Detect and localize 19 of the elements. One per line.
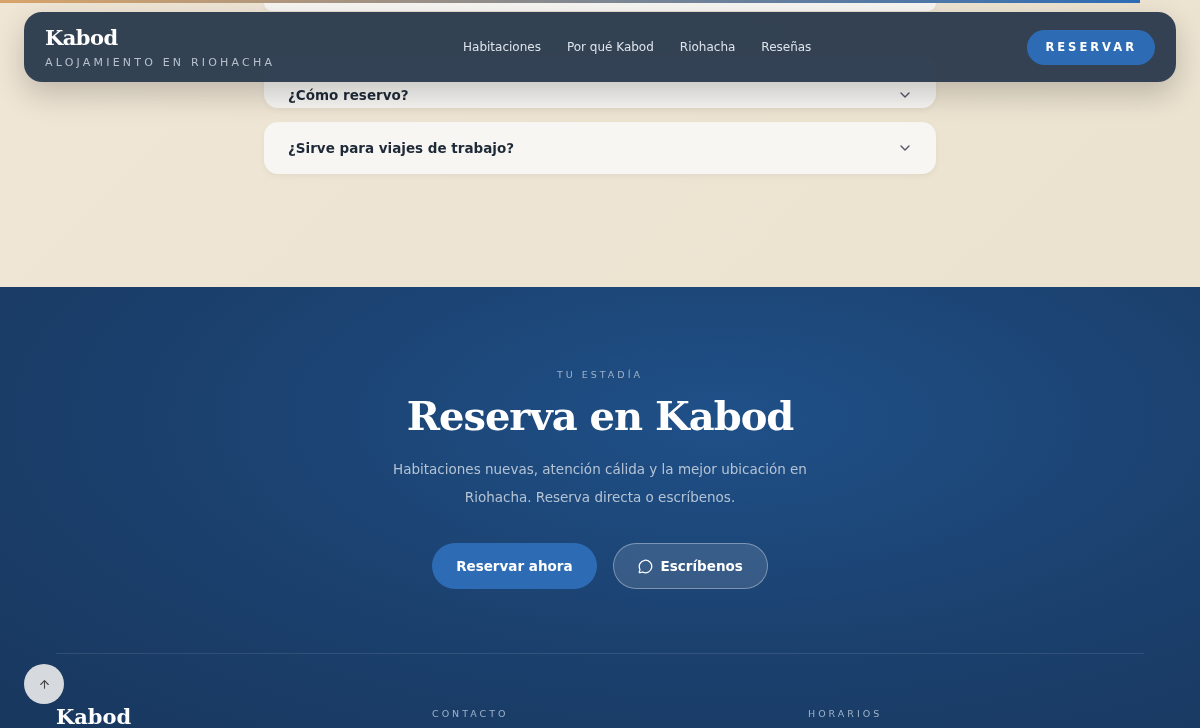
nav-link[interactable]: Riohacha	[679, 40, 736, 54]
message-button[interactable]: Escríbenos	[612, 543, 768, 589]
brand-logo[interactable]: Kabod	[45, 25, 405, 50]
chat-bubble-icon	[637, 558, 653, 574]
arrow-up-icon	[37, 677, 51, 691]
nav-link[interactable]: Reseñas	[761, 40, 812, 54]
reserve-button[interactable]: RESERVAR	[1027, 29, 1155, 65]
faq-item[interactable]: ¿Sirve para viajes de trabajo?	[264, 122, 936, 174]
footer-heading: CONTACTO	[432, 708, 509, 719]
footer-logo: Kabod	[56, 704, 133, 728]
nav-link[interactable]: Por qué Kabod	[566, 40, 654, 54]
section-eyebrow: TU ESTADÍA	[557, 369, 643, 380]
footer-heading: HORARIOS	[808, 708, 883, 719]
faq-question: ¿Cómo reservo?	[288, 87, 409, 103]
nav-link[interactable]: Habitaciones	[463, 40, 541, 54]
faq-question: ¿Sirve para viajes de trabajo?	[288, 140, 515, 156]
section-title: Reserva en Kabod	[406, 392, 794, 439]
section-description: Habitaciones nuevas, atención cálida y la mejor ubicación en Riohacha. Reserva directa o escríbenos.	[392, 460, 808, 507]
book-now-button[interactable]: Reservar ahora	[432, 543, 597, 589]
